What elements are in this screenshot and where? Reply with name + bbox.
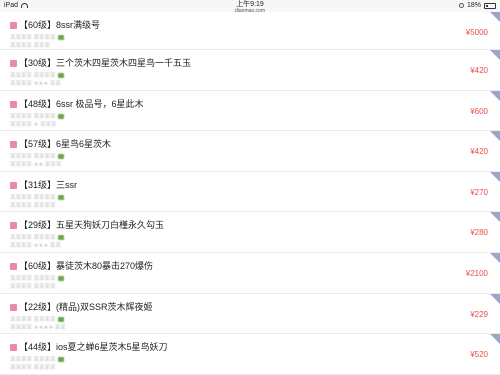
listing-price: ¥5000 [465,28,488,37]
corner-ribbon-icon [490,50,500,60]
listing-meta: 某某某某 某某某某 [10,355,64,363]
listing-price: ¥420 [470,147,488,157]
listing-meta: 某某某某 某某某某 [10,274,64,282]
listing-title[interactable]: 【57级】6星鸟6星茨木 [19,137,111,150]
listing-meta: 某某某某 某某某某 [10,233,64,241]
listing-title[interactable]: 【22级】(精品)双SSR茨木辉夜姬 [19,300,153,313]
listing-row[interactable]: 【22级】(精品)双SSR茨木辉夜姬 某某某某 某某某某 某某某某 ★★★★ 某… [0,293,500,335]
status-right: 18% [458,2,496,9]
listing-price: ¥229 [470,309,488,319]
listing-details: 某某某某 ★★★ 某某 [10,243,61,250]
listing-title[interactable]: 【60级】暴徒茨木80暴击270爆伤 [19,259,153,272]
status-bar: iPad 上午9:19 dianmao.com 18% [0,0,500,14]
listing-details: 某某某某 ★★★ 某某 [10,81,61,87]
listing-details: 某某某某 ★ 某某某 [10,121,57,128]
verified-badge-icon [57,35,64,41]
listing-title[interactable]: 【60级】8ssr满级号 [19,18,100,31]
corner-ribbon-icon [490,293,500,304]
verified-badge-icon [57,316,64,322]
clock: 上午9:19 [236,1,264,8]
listing-meta: 某某某某 某某某某 [10,71,64,79]
corner-ribbon-icon [490,12,500,22]
listing-row[interactable]: 【60级】8ssr满级号 某某某某 某某某某 某某某某 某某某 ¥5000 [0,12,500,50]
corner-ribbon-icon [490,131,500,142]
corner-ribbon-icon [490,334,500,345]
listing-tag-icon [10,141,17,149]
listing-tag-icon [10,222,17,230]
verified-badge-icon [57,113,64,119]
verified-badge-icon [57,194,64,200]
corner-ribbon-icon [490,90,500,101]
listing-details: 某某某某 某某某某 [10,283,56,290]
listing-row[interactable]: 【57级】6星鸟6星茨木 某某某某 某某某某 某某某某 ★★ 某某某 ¥420 [0,131,500,172]
listing-price: ¥520 [470,350,488,360]
corner-ribbon-icon [490,171,500,182]
corner-ribbon-icon [490,212,500,223]
listing-tag-icon [10,100,17,108]
listing-price: ¥600 [470,106,488,116]
listing-tag-icon [10,303,17,311]
listing-tag-icon [10,22,17,29]
listing-title[interactable]: 【30级】三个茨木四星茨木四星鸟一千五玉 [19,56,191,69]
verified-badge-icon [57,235,64,241]
listing-tag-icon [10,262,17,270]
verified-badge-icon [57,73,64,79]
listing-details: 某某某某 某某某某 [10,365,56,372]
listing-details: 某某某某 某某某某 [10,202,56,209]
listing-details: 某某某某 ★★★★ 某某 [10,324,66,331]
verified-badge-icon [57,357,64,363]
listing-tag-icon [10,181,17,189]
orientation-lock-icon [458,3,464,8]
listing-meta: 某某某某 某某某某 [10,112,64,120]
listing-row[interactable]: 【44级】ios夏之蝉6星茨木5星鸟妖刀 某某某某 某某某某 某某某某 某某某某… [0,334,500,375]
listing-meta: 某某某某 某某某某 [10,193,64,201]
battery-percent: 18% [466,2,481,9]
listing-meta: 某某某某 某某某某 [10,152,64,160]
listing-details: 某某某某 某某某 [10,43,51,49]
listing-price: ¥270 [470,187,488,197]
battery-icon [484,2,496,9]
listing-list: 【60级】8ssr满级号 某某某某 某某某某 某某某某 某某某 ¥5000 【3… [0,12,500,375]
listing-meta: 某某某某 某某某某 [10,315,64,323]
listing-title[interactable]: 【48级】6ssr 极品号，6星此木 [19,97,144,110]
listing-tag-icon [10,60,17,67]
listing-row[interactable]: 【60级】暴徒茨木80暴击270爆伤 某某某某 某某某某 某某某某 某某某某 ¥… [0,252,500,294]
listing-title[interactable]: 【31级】三ssr [19,178,77,191]
listing-row[interactable]: 【48级】6ssr 极品号，6星此木 某某某某 某某某某 某某某某 ★ 某某某 … [0,90,500,132]
listing-meta: 某某某某 某某某某 [10,33,64,41]
verified-badge-icon [57,276,64,282]
listing-price: ¥280 [470,228,488,238]
listing-row[interactable]: 【30级】三个茨木四星茨木四星鸟一千五玉 某某某某 某某某某 某某某某 ★★★ … [0,50,500,91]
listing-row[interactable]: 【29级】五星天狗妖刀白槿永久勾玉 某某某某 某某某某 某某某某 ★★★ 某某 … [0,212,500,253]
listing-price: ¥2100 [465,268,488,278]
corner-ribbon-icon [490,252,500,263]
listing-row[interactable]: 【31级】三ssr 某某某某 某某某某 某某某某 某某某某 ¥270 [0,171,500,213]
listing-price: ¥420 [470,66,488,75]
listing-title[interactable]: 【44级】ios夏之蝉6星茨木5星鸟妖刀 [19,340,168,353]
listing-details: 某某某某 ★★ 某某某 [10,162,62,169]
verified-badge-icon [57,154,64,160]
listing-title[interactable]: 【29级】五星天狗妖刀白槿永久勾玉 [19,218,164,231]
listing-tag-icon [10,344,17,352]
